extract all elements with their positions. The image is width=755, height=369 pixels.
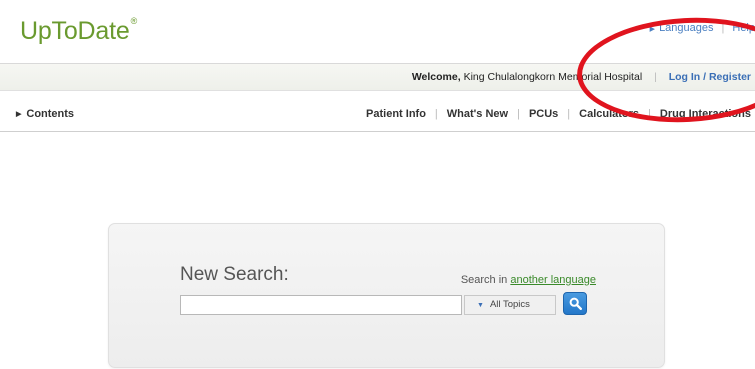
- search-title: New Search:: [180, 264, 289, 285]
- welcome-content: Welcome, King Chulalongkorn Memorial Hos…: [412, 71, 751, 83]
- caret-down-icon: ▼: [477, 302, 484, 309]
- divider: |: [567, 108, 571, 120]
- welcome-bar: Welcome, King Chulalongkorn Memorial Hos…: [0, 63, 755, 90]
- help-link[interactable]: Help: [732, 22, 755, 34]
- divider: |: [434, 108, 438, 120]
- language-prefix: Search in: [460, 274, 508, 286]
- login-register-link[interactable]: Log In / Register: [669, 71, 751, 83]
- nav-drug-interactions[interactable]: Drug Interactions: [660, 108, 751, 120]
- divider: |: [721, 22, 725, 34]
- top-links: ▶ Languages | Help: [650, 22, 755, 34]
- welcome-label: Welcome,: [411, 71, 461, 83]
- divider: |: [648, 108, 651, 120]
- search-panel: New Search: Search in another language ▼…: [108, 223, 665, 368]
- search-input[interactable]: [180, 295, 462, 315]
- divider: |: [654, 71, 657, 83]
- topics-dropdown[interactable]: ▼ All Topics: [464, 295, 556, 315]
- topics-selected: All Topics: [489, 299, 530, 310]
- nav-calculators[interactable]: Calculators: [579, 108, 639, 120]
- nav-pcus[interactable]: PCUs: [529, 108, 558, 120]
- language-line: Search in another language: [461, 274, 596, 286]
- nav-links: Patient Info | What's New | PCUs | Calculators…: [366, 108, 751, 120]
- nav-patient-info[interactable]: Patient Info: [366, 108, 426, 120]
- logo-registered-mark: ®: [130, 15, 138, 26]
- triangle-right-icon: ▶: [649, 26, 656, 33]
- languages-link[interactable]: Languages: [659, 22, 713, 34]
- search-icon: [569, 297, 582, 310]
- search-button[interactable]: [563, 292, 587, 315]
- uptodate-logo[interactable]: UpToDate®: [20, 15, 138, 46]
- contents-label: Contents: [26, 108, 75, 120]
- triangle-right-icon: ▶: [16, 111, 22, 118]
- another-language-link[interactable]: another language: [510, 274, 596, 286]
- contents-menu[interactable]: ▶ Contents: [16, 108, 74, 120]
- divider: |: [517, 108, 520, 120]
- main-nav: ▶ Contents Patient Info | What's New | PCUs | C…: [0, 90, 755, 132]
- logo-text: UpToDate: [20, 17, 130, 45]
- institution-name: King Chulalongkorn Memorial Hospital: [463, 71, 643, 83]
- nav-whats-new[interactable]: What's New: [447, 108, 508, 120]
